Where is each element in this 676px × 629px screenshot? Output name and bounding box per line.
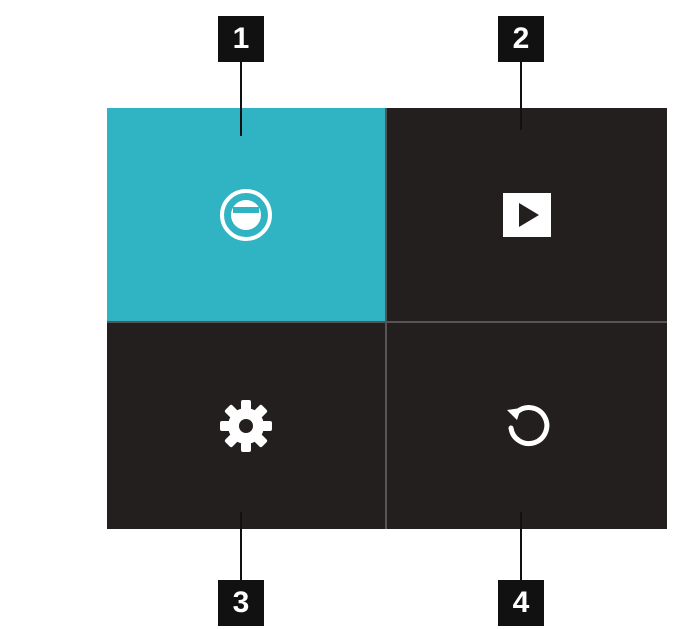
callout-line-3 <box>240 512 242 580</box>
callout-badge-2: 2 <box>498 16 544 62</box>
callout-badge-4: 4 <box>498 580 544 626</box>
tile-refresh[interactable] <box>387 323 667 529</box>
callout-line-1 <box>240 62 242 136</box>
menu-diagram: 1 2 3 4 <box>0 0 676 629</box>
callout-line-4 <box>520 512 522 580</box>
callout-line-2 <box>520 62 522 130</box>
settings-gear-icon <box>218 398 274 454</box>
tile-camera-mode[interactable] <box>107 108 385 321</box>
tile-settings[interactable] <box>107 323 385 529</box>
refresh-icon <box>499 398 555 454</box>
tile-playback[interactable] <box>387 108 667 321</box>
callout-badge-3: 3 <box>218 580 264 626</box>
camera-mode-icon <box>218 187 274 243</box>
menu-grid <box>107 108 667 529</box>
playback-icon <box>503 192 551 237</box>
callout-badge-1: 1 <box>218 16 264 62</box>
